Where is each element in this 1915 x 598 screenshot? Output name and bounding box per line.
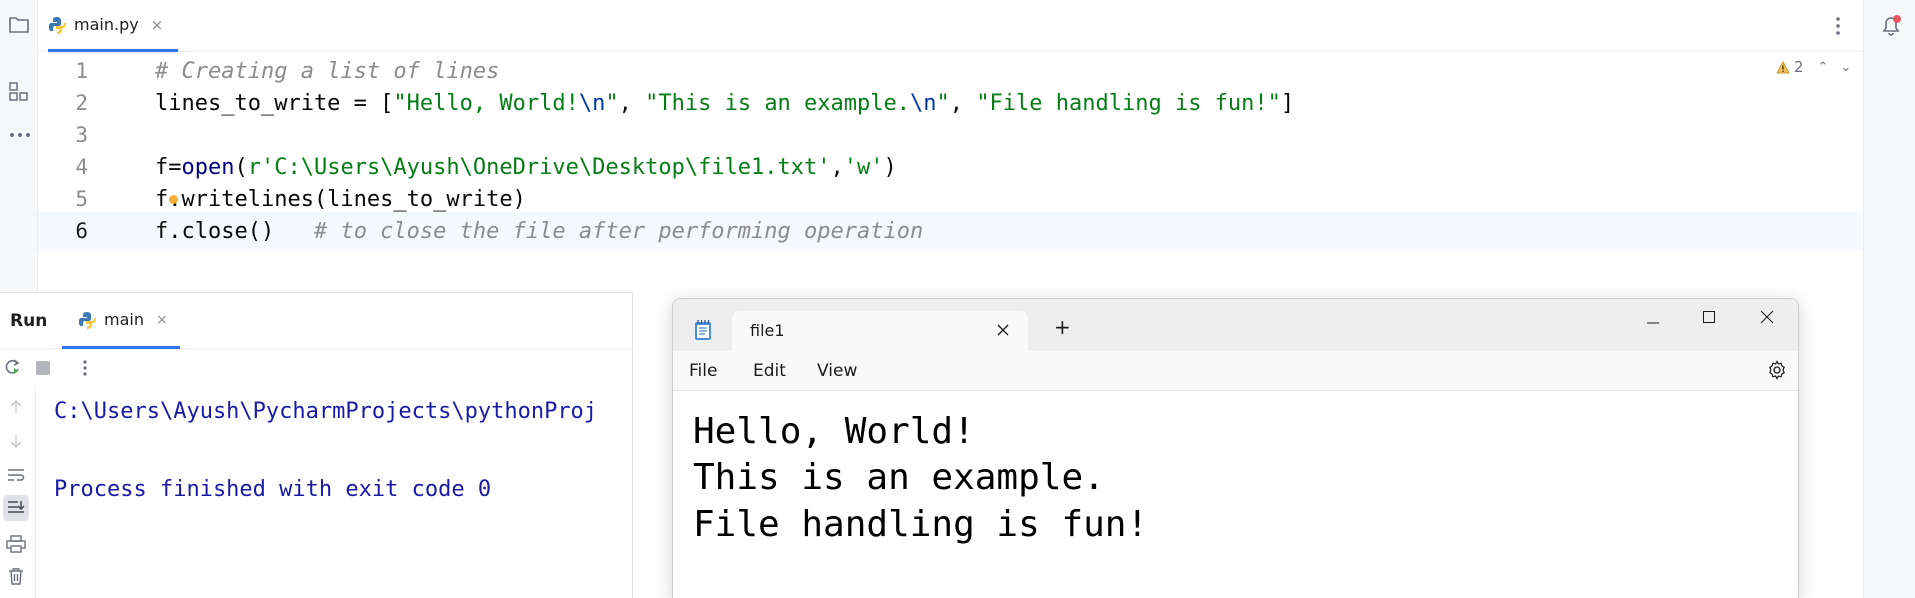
python-file-icon: [48, 16, 66, 34]
code-token: ,: [618, 91, 646, 116]
minimize-icon[interactable]: [1645, 315, 1661, 331]
string-token: "File handling is fun!": [976, 91, 1281, 116]
project-folder-icon[interactable]: [8, 14, 30, 34]
clear-all-icon[interactable]: [7, 567, 25, 585]
rerun-icon[interactable]: [2, 357, 22, 377]
intention-bulb-icon[interactable]: [169, 195, 178, 204]
notepad-window: file1 + File Edit View Hello, World! Thi…: [672, 298, 1799, 598]
notifications-icon[interactable]: [1879, 14, 1903, 38]
tab-main-py[interactable]: main.py ×: [48, 0, 178, 52]
down-arrow-icon[interactable]: [8, 433, 24, 449]
menu-view[interactable]: View: [817, 361, 857, 381]
tab-label: main.py: [74, 15, 139, 34]
code-text: f.close() # to close the file after perf…: [155, 212, 923, 251]
code-token: ]: [1280, 91, 1295, 116]
new-tab-button[interactable]: +: [1054, 315, 1071, 339]
code-token: ): [883, 155, 897, 180]
text-line: This is an example.: [693, 457, 1105, 498]
console-output-line: Process finished with exit code 0: [54, 477, 492, 502]
string-token: ": [605, 91, 619, 116]
settings-gear-icon[interactable]: [1767, 360, 1787, 380]
code-line-6: 6 f.close() # to close the file after pe…: [38, 212, 1863, 251]
notepad-app-icon: [693, 319, 713, 341]
code-token: ,: [949, 91, 977, 116]
run-options-icon[interactable]: [82, 359, 88, 377]
scroll-to-end-icon[interactable]: [3, 495, 29, 521]
string-token: "Hello, World!: [393, 91, 579, 116]
string-token: ": [936, 91, 950, 116]
escape-token: \n: [578, 91, 606, 116]
stop-icon[interactable]: [36, 361, 50, 375]
notepad-tab-close-icon[interactable]: [996, 323, 1010, 337]
structure-icon[interactable]: [9, 82, 29, 102]
notepad-titlebar: file1 +: [673, 299, 1798, 351]
notepad-menubar: File Edit View: [673, 351, 1798, 391]
code-token: (: [234, 155, 248, 180]
tab-options-icon[interactable]: [1835, 16, 1841, 36]
python-run-icon: [78, 311, 96, 329]
soft-wrap-icon[interactable]: [7, 467, 25, 483]
menu-edit[interactable]: Edit: [753, 361, 786, 381]
tab-close-icon[interactable]: ×: [151, 16, 164, 34]
escape-token: \n: [910, 91, 937, 116]
code-token: f=: [155, 155, 182, 180]
string-token: r'C:\Users\Ayush\OneDrive\Desktop\file1.…: [247, 155, 831, 180]
run-tab-close-icon[interactable]: ×: [156, 312, 168, 328]
line-number: 6: [75, 219, 88, 243]
function-token: open: [181, 155, 235, 180]
maximize-icon[interactable]: [1701, 309, 1717, 325]
print-icon[interactable]: [6, 535, 26, 553]
string-token: "This is an example.: [645, 91, 911, 116]
menu-file[interactable]: File: [689, 361, 717, 381]
notepad-tab-file1[interactable]: file1: [732, 311, 1028, 351]
right-tool-strip: [1848, 0, 1915, 598]
window-close-icon[interactable]: [1759, 309, 1775, 325]
notepad-text-area[interactable]: Hello, World! This is an example. File h…: [673, 391, 1798, 598]
text-line: File handling is fun!: [693, 504, 1149, 545]
run-tool-window: Run main × C:\Users\Ayush\PycharmProject…: [0, 292, 633, 598]
code-token: lines_to_write = [: [155, 91, 394, 116]
run-header: Run main ×: [0, 293, 633, 349]
run-tab-main[interactable]: main ×: [62, 293, 180, 349]
more-tools-icon[interactable]: [9, 130, 31, 140]
console-output-line: C:\Users\Ayush\PycharmProjects\pythonPro…: [54, 399, 598, 424]
code-token: f.close(): [155, 219, 314, 244]
run-title: Run: [10, 311, 48, 331]
editor-tab-bar: main.py ×: [38, 0, 1863, 52]
run-tab-label: main: [104, 310, 144, 329]
notepad-tab-title: file1: [750, 321, 785, 340]
code-comment: # to close the file after performing ope…: [313, 219, 924, 244]
string-token: 'w': [843, 155, 884, 180]
run-side-toolbar: [0, 385, 36, 598]
code-token: ,: [830, 155, 844, 180]
up-arrow-icon[interactable]: [8, 399, 24, 415]
code-editor[interactable]: 2 ⌃ ⌄ 1 # Creating a list of lines 2 lin…: [38, 52, 1863, 292]
run-toolbar: [0, 349, 633, 385]
text-line: Hello, World!: [693, 411, 975, 452]
